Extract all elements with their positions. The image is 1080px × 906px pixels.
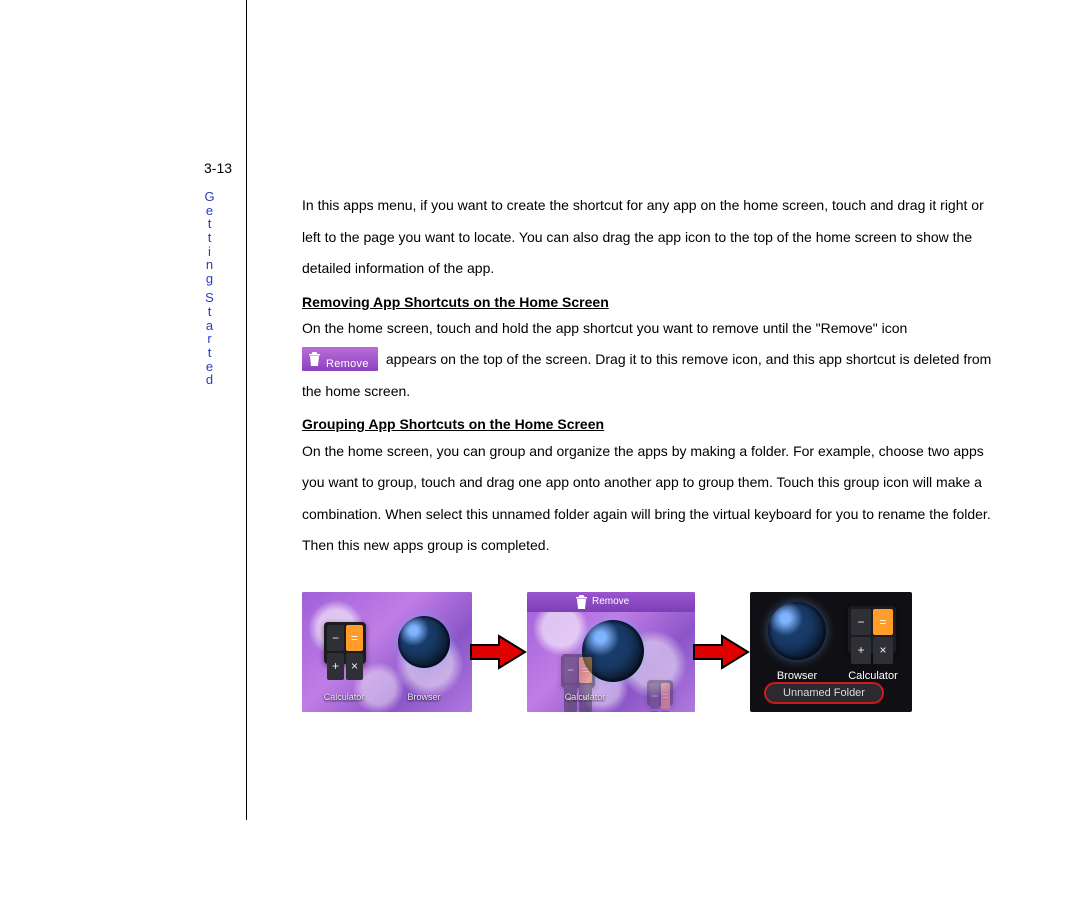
- figure-panel-3: Browser −=+× Calculator Unnamed Folder: [750, 592, 912, 712]
- page-number: 3-13: [204, 160, 232, 176]
- unnamed-folder-tag: Unnamed Folder: [764, 682, 884, 704]
- trash-icon: [308, 351, 321, 367]
- remove-icon-chip: Remove: [302, 347, 378, 371]
- intro-paragraph: In this apps menu, if you want to create…: [302, 190, 1002, 285]
- remove-bar-label: Remove: [592, 592, 629, 613]
- figure-panel-1: −=+× Calculator Browser: [302, 592, 472, 712]
- heading-removing: Removing App Shortcuts on the Home Scree…: [302, 291, 1002, 313]
- content-area: In this apps menu, if you want to create…: [302, 190, 1002, 712]
- browser-globe-icon: [398, 616, 450, 668]
- browser-label: Browser: [394, 688, 454, 708]
- section-label: Getting Started: [202, 190, 218, 387]
- arrow-icon: [469, 634, 527, 670]
- calculator-label: Calculator: [555, 688, 615, 708]
- remove-text-2: appears on the top of the screen. Drag i…: [302, 351, 991, 399]
- calculator-icon: −=+×: [324, 622, 366, 664]
- remove-text-1: On the home screen, touch and hold the a…: [302, 320, 907, 336]
- remove-chip-label: Remove: [326, 352, 369, 377]
- figure-row: −=+× Calculator Browser Remove −=+× Calc…: [302, 592, 1002, 712]
- calculator-icon-dragging: −=+×: [561, 654, 595, 688]
- arrow-icon: [692, 634, 750, 670]
- remove-bar: Remove: [527, 592, 695, 612]
- remove-paragraph: On the home screen, touch and hold the a…: [302, 313, 1002, 408]
- heading-grouping: Grouping App Shortcuts on the Home Scree…: [302, 413, 1002, 435]
- unnamed-folder-label: Unnamed Folder: [783, 681, 865, 705]
- page-divider: [246, 0, 247, 820]
- figure-panel-2: Remove −=+× Calculator −=+×: [527, 592, 695, 712]
- calculator-icon: −=+×: [848, 606, 896, 654]
- calculator-icon-ghost: −=+×: [647, 680, 673, 706]
- calculator-label: Calculator: [314, 688, 374, 708]
- browser-globe-icon: [768, 602, 826, 660]
- trash-icon: [575, 594, 588, 610]
- group-paragraph: On the home screen, you can group and or…: [302, 436, 1002, 562]
